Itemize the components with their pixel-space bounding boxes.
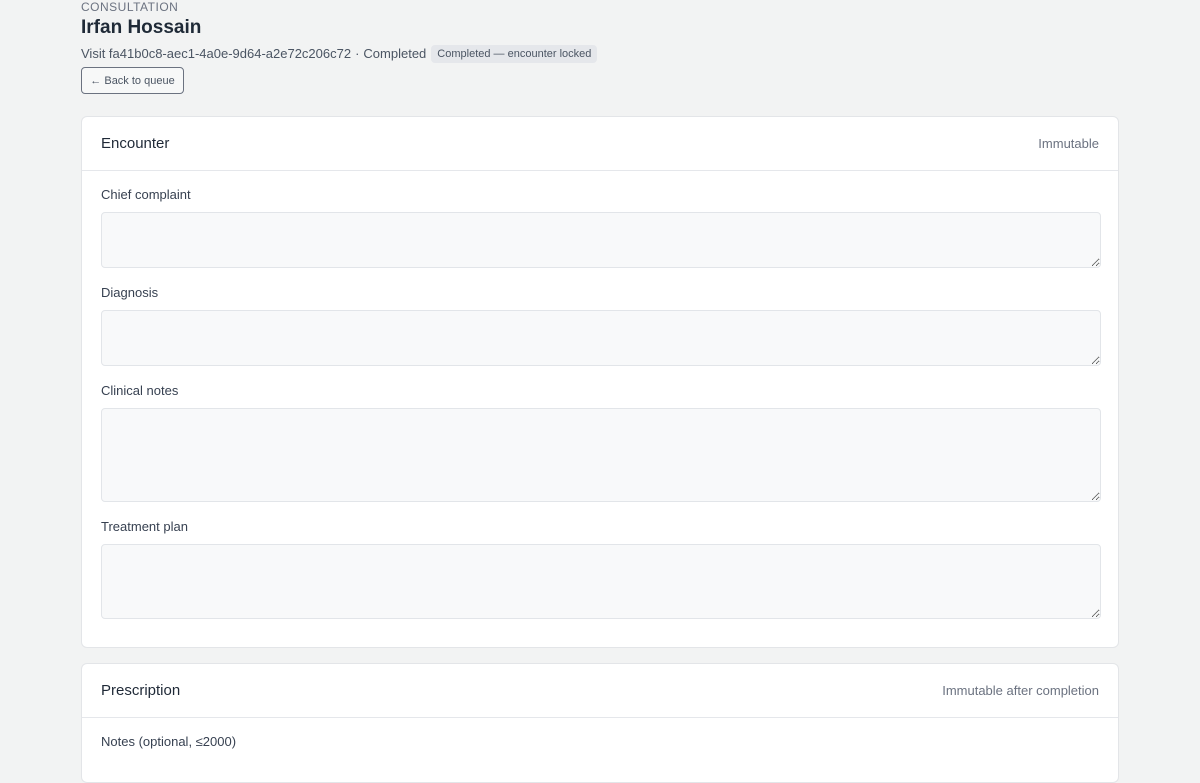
back-to-queue-button[interactable]: ← Back to queue [81,67,184,94]
visit-line: Visit fa41b0c8-aec1-4a0e-9d64-a2e72c206c… [81,45,598,63]
prescription-card-body: Notes (optional, ≤2000) [82,718,1118,750]
diagnosis-textarea[interactable] [101,310,1101,366]
visit-status: Completed [363,46,427,61]
prescription-title: Prescription [101,682,181,699]
clinical-notes-label: Clinical notes [101,383,179,398]
treatment-plan-label: Treatment plan [101,519,188,534]
encounter-card: Encounter Immutable Chief complaint Diag… [81,116,1119,648]
clinical-notes-textarea[interactable] [101,408,1101,502]
prescription-immutable-label: Immutable after completion [942,683,1099,698]
chief-complaint-textarea[interactable] [101,212,1101,268]
encounter-title: Encounter [101,135,170,152]
chief-complaint-label: Chief complaint [101,187,191,202]
prescription-card-header: Prescription Immutable after completion [82,664,1118,718]
prescription-card: Prescription Immutable after completion … [81,663,1119,783]
prescription-notes-label: Notes (optional, ≤2000) [101,734,237,749]
encounter-card-header: Encounter Immutable [82,117,1118,171]
page-eyebrow: CONSULTATION [81,0,179,14]
encounter-immutable-label: Immutable [1038,136,1099,151]
visit-id: Visit fa41b0c8-aec1-4a0e-9d64-a2e72c206c… [81,46,352,61]
page-header: CONSULTATION Irfan Hossain Visit fa41b0c… [81,0,598,63]
visit-separator: · [355,46,360,61]
patient-name: Irfan Hossain [81,17,202,38]
treatment-plan-textarea[interactable] [101,544,1101,619]
diagnosis-label: Diagnosis [101,285,159,300]
status-badge: Completed — encounter locked [431,45,598,63]
encounter-card-body: Chief complaint Diagnosis Clinical notes… [82,171,1118,619]
